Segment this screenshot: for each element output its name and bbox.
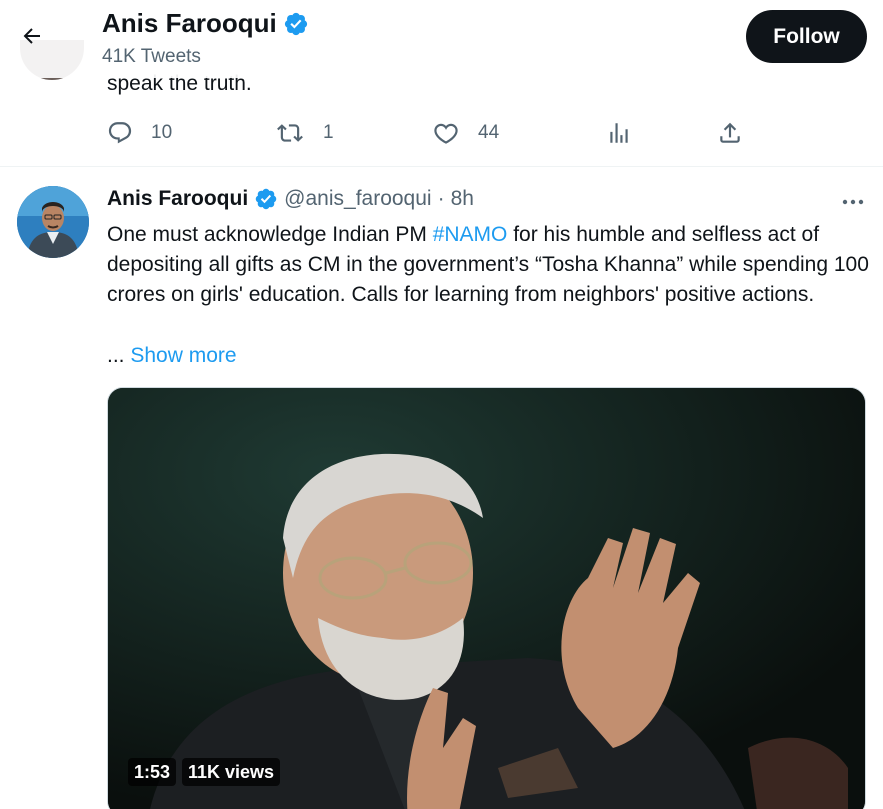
avatar-photo [17, 186, 89, 258]
tweet-text-before: One must acknowledge Indian PM [107, 223, 433, 246]
share-icon [720, 122, 740, 143]
tweet-text: One must acknowledge Indian PM #NAMO for… [107, 220, 877, 310]
tweet-more-button[interactable] [838, 190, 868, 214]
tweet-header: Anis Farooqui @anis_farooqui · 8h [107, 187, 474, 211]
analytics-icon [610, 123, 628, 143]
meta-separator: · [437, 187, 445, 210]
like-icon [434, 123, 458, 144]
retweet-count: 1 [323, 122, 334, 143]
header-name: Anis Farooqui [102, 8, 277, 38]
tweet-author-handle[interactable]: @anis_farooqui [284, 187, 431, 211]
tweet-timestamp[interactable]: 8h [451, 187, 474, 211]
video-views-badge: 11K views [182, 758, 281, 786]
video-duration-badge: 1:53 [128, 758, 177, 786]
reply-count: 10 [151, 122, 173, 143]
show-more-link[interactable]: Show more [130, 344, 236, 367]
analytics-button[interactable] [606, 120, 632, 146]
profile-header: Anis Farooqui 41K Tweets Follow [0, 0, 883, 78]
video-thumbnail [108, 388, 865, 809]
retweet-icon [277, 124, 303, 142]
retweet-button[interactable]: 1 [275, 120, 334, 146]
like-count: 44 [478, 122, 500, 143]
show-more-row: ... Show more [107, 341, 237, 371]
share-button[interactable] [717, 120, 743, 146]
ellipsis: ... [107, 344, 125, 367]
back-arrow-icon [23, 28, 40, 44]
tweet-actions: 10 1 44 [0, 112, 883, 156]
header-title: Anis Farooqui [102, 8, 309, 39]
like-button[interactable]: 44 [432, 120, 499, 146]
back-button[interactable] [14, 18, 50, 54]
hashtag-link[interactable]: #NAMO [433, 223, 508, 246]
tweet-count: 41K Tweets [102, 46, 201, 67]
verified-badge-icon [284, 12, 307, 35]
reply-icon [108, 122, 132, 144]
tweet-divider [0, 166, 883, 167]
verified-badge-icon [255, 188, 277, 210]
tweet-author-avatar[interactable] [17, 186, 89, 258]
video-player[interactable]: 1:53 11K views [107, 387, 866, 809]
follow-button[interactable]: Follow [746, 10, 867, 63]
reply-button[interactable]: 10 [107, 120, 172, 146]
more-icon [842, 199, 864, 205]
tweet-author-name[interactable]: Anis Farooqui [107, 187, 248, 211]
